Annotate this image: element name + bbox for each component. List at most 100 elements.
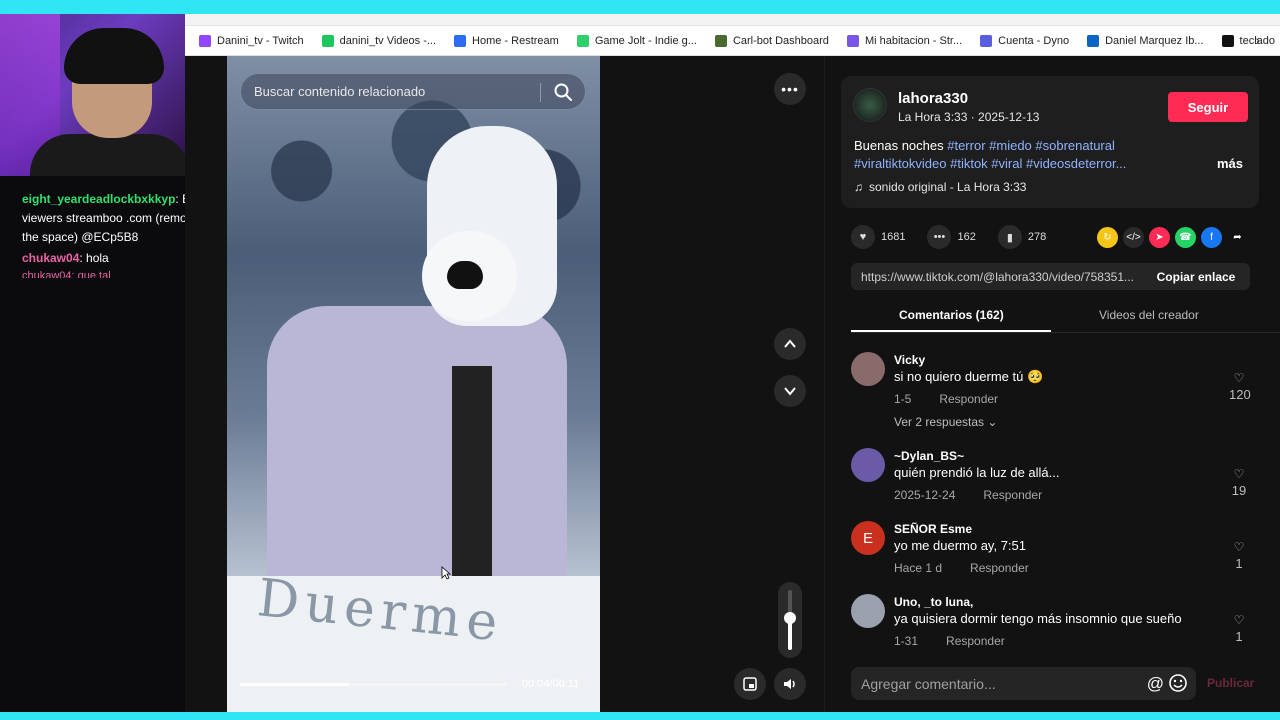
bookmark-item[interactable]: Home - Restream: [448, 34, 565, 47]
video-figure-body: [267, 306, 567, 606]
comment-author[interactable]: ~Dylan_BS~: [894, 449, 964, 463]
volume-button[interactable]: [774, 668, 806, 700]
comment-action[interactable]: ••• 162: [927, 225, 976, 249]
chat-text: hola: [86, 251, 109, 265]
volume-slider[interactable]: [778, 582, 802, 658]
kick-icon: [321, 34, 334, 47]
comment-author[interactable]: Vicky: [894, 353, 925, 367]
comment-avatar[interactable]: [851, 594, 885, 628]
share-arrow-icon[interactable]: ➦: [1227, 227, 1248, 248]
tab-comments[interactable]: Comentarios (162): [899, 308, 1004, 322]
post-link-box: https://www.tiktok.com/@lahora330/video/…: [851, 263, 1250, 290]
bookmark-label: Carl-bot Dashboard: [732, 34, 829, 47]
comment-date: Hace 1 d: [894, 561, 943, 575]
comment-meta: 2025-12-24 Responder: [894, 488, 1042, 502]
comment-avatar[interactable]: [851, 352, 885, 386]
dyno-icon: [980, 34, 993, 47]
follow-button[interactable]: Seguir: [1168, 92, 1248, 122]
comment-author[interactable]: Uno, _to luna,: [894, 595, 973, 609]
whatsapp-icon[interactable]: ☎: [1175, 227, 1196, 248]
related-search-input[interactable]: Buscar contenido relacionado: [240, 73, 586, 110]
caption-more-link[interactable]: más: [1217, 156, 1243, 171]
comment-like-count: 1: [1235, 556, 1243, 571]
video-timecode: 00:04/00:11: [522, 678, 580, 690]
bookmark-item[interactable]: Mi habitacion - Str...: [841, 34, 968, 47]
webcam-shirt: [30, 134, 185, 176]
mention-icon[interactable]: @: [1147, 674, 1164, 694]
tab-creator-videos[interactable]: Videos del creador: [1099, 308, 1199, 322]
bookmark-label: Game Jolt - Indie g...: [594, 34, 697, 47]
caption-hashtags[interactable]: #terror #miedo #sobrenatural: [947, 138, 1115, 153]
comment-list: Vicky si no quiero duerme tú 🥺 1-5 Respo…: [851, 350, 1251, 648]
bookmark-label: Daniel Marquez Ib...: [1105, 34, 1204, 47]
comment-like[interactable]: ♡ 1: [1229, 540, 1249, 571]
send-icon[interactable]: ➤: [1149, 227, 1170, 248]
comment-like[interactable]: ♡ 19: [1229, 467, 1249, 498]
screen: Danini_tv - Twitch danini_tv Videos -... H…: [0, 0, 1280, 720]
copy-link-button[interactable]: Copiar enlace: [1142, 263, 1250, 290]
comment-avatar[interactable]: [851, 448, 885, 482]
reply-button[interactable]: Responder: [939, 392, 998, 406]
bookmark-item[interactable]: Carl-bot Dashboard: [709, 34, 835, 47]
volume-knob[interactable]: [784, 612, 796, 624]
comment-author[interactable]: SEÑOR Esme: [894, 522, 972, 536]
post-link-text[interactable]: https://www.tiktok.com/@lahora330/video/…: [861, 270, 1143, 284]
reply-button[interactable]: Responder: [946, 634, 1005, 648]
search-icon[interactable]: [553, 82, 573, 102]
view-replies-button[interactable]: Ver 2 respuestas ⌄: [894, 415, 997, 429]
bookmark-item[interactable]: teclado: [1216, 34, 1280, 47]
mouse-cursor-icon: [441, 566, 451, 580]
save-count: 278: [1027, 231, 1047, 243]
bookmark-icon: ▮: [997, 225, 1022, 249]
gamejolt-icon: [576, 34, 589, 47]
bookmark-item[interactable]: Cuenta - Dyno: [974, 34, 1075, 47]
bookmark-label: Cuenta - Dyno: [998, 34, 1070, 47]
creator-subline: La Hora 3:33 · 2025-12-13: [898, 110, 1040, 124]
bookmark-item[interactable]: Game Jolt - Indie g...: [571, 34, 703, 47]
bookmark-item[interactable]: Danini_tv - Twitch: [193, 34, 310, 47]
video-figure-tie: [452, 366, 492, 596]
comment-like[interactable]: ♡ 120: [1229, 371, 1251, 402]
active-tab-indicator: [851, 330, 1051, 332]
chevron-right-icon[interactable]: ›: [1255, 32, 1260, 48]
reply-button[interactable]: Responder: [983, 488, 1042, 502]
heart-outline-icon: ♡: [1233, 540, 1245, 554]
carlbot-icon: [714, 34, 727, 47]
more-options-button[interactable]: •••: [774, 73, 806, 105]
comment-text: yo me duermo ay, 7:51: [894, 538, 1026, 553]
heart-icon: ♥: [851, 225, 875, 249]
reply-button[interactable]: Responder: [970, 561, 1029, 575]
comment-avatar[interactable]: E: [851, 521, 885, 555]
comment-placeholder: Agregar comentario...: [861, 675, 996, 692]
sound-link[interactable]: ♫ sonido original - La Hora 3:33: [854, 180, 1026, 194]
previous-video-button[interactable]: [774, 328, 806, 360]
repost-icon[interactable]: ↻: [1097, 227, 1118, 248]
music-note-icon: ♫: [854, 180, 863, 194]
bookmark-label: Mi habitacion - Str...: [864, 34, 963, 47]
like-action[interactable]: ♥ 1681: [851, 225, 905, 249]
video-player[interactable]: Duerme: [227, 56, 600, 712]
comment-like[interactable]: ♡ 1: [1229, 613, 1249, 644]
comment-like-count: 19: [1231, 483, 1247, 498]
like-count: 1681: [881, 231, 906, 243]
comment-input[interactable]: Agregar comentario... @: [851, 667, 1196, 700]
comment-meta: Hace 1 d Responder: [894, 561, 1029, 575]
bookmark-item[interactable]: danini_tv Videos -...: [316, 34, 442, 47]
comment-like-count: 120: [1229, 387, 1251, 402]
emoji-icon[interactable]: [1168, 673, 1188, 693]
facebook-icon[interactable]: f: [1201, 227, 1222, 248]
comment-count: 162: [957, 231, 976, 243]
picture-in-picture-button[interactable]: [734, 668, 766, 700]
search-placeholder: Buscar contenido relacionado: [254, 84, 426, 99]
chat-username: eight_yeardeadlockbxkkyp: [22, 192, 176, 206]
publish-button[interactable]: Publicar: [1207, 676, 1254, 690]
next-video-button[interactable]: [774, 375, 806, 407]
caption-hashtags[interactable]: #viraltiktokvideo #tiktok #viral #videos…: [854, 156, 1126, 171]
video-progress-bar[interactable]: [240, 683, 506, 686]
bookmark-item[interactable]: Daniel Marquez Ib...: [1081, 34, 1209, 47]
webcam-hair: [64, 28, 164, 84]
creator-username[interactable]: lahora330: [898, 90, 968, 107]
creator-avatar[interactable]: [853, 88, 887, 122]
save-action[interactable]: ▮ 278: [997, 225, 1047, 249]
embed-icon[interactable]: </>: [1123, 227, 1144, 248]
